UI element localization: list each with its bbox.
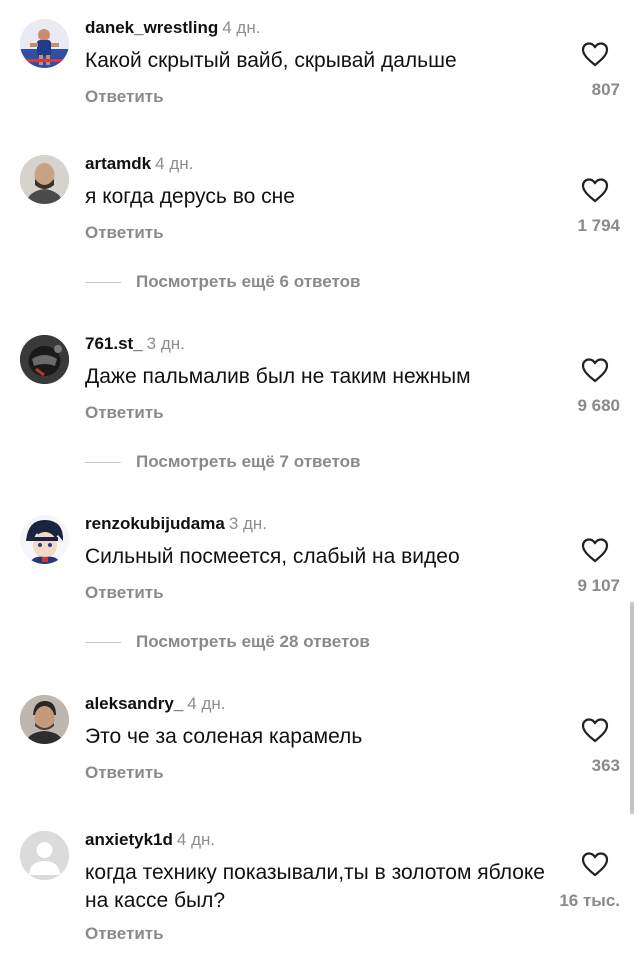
heart-icon[interactable]: [581, 717, 609, 743]
scrollbar[interactable]: [630, 602, 634, 814]
comment-text: Какой скрытый вайб, скрывай дальше: [85, 49, 457, 72]
heart-icon[interactable]: [581, 357, 609, 383]
timestamp: 4 дн.: [155, 154, 194, 173]
like-count: 807: [591, 80, 620, 99]
heart-icon[interactable]: [581, 177, 609, 203]
reply-button[interactable]: Ответить: [85, 582, 164, 604]
avatar[interactable]: [20, 335, 69, 384]
divider-line: [85, 461, 121, 463]
view-more-replies-label: Посмотреть ещё 7 ответов: [136, 452, 361, 471]
username[interactable]: anxietyk1d: [85, 830, 173, 849]
divider-line: [85, 281, 121, 283]
timestamp: 4 дн.: [222, 18, 261, 37]
timestamp: 3 дн.: [228, 514, 268, 533]
comment-meta: anxietyk1d 4 дн.: [85, 829, 215, 851]
reply-button[interactable]: Ответить: [85, 923, 164, 945]
reply-button[interactable]: Ответить: [85, 222, 164, 244]
username[interactable]: aleksandry_: [85, 694, 183, 713]
reply-button[interactable]: Ответить: [85, 402, 164, 424]
view-more-replies-button[interactable]: Посмотреть ещё 6 ответов: [85, 271, 360, 293]
reply-button[interactable]: Ответить: [85, 762, 164, 784]
reply-button[interactable]: Ответить: [85, 86, 164, 108]
username[interactable]: 761.st_: [85, 334, 143, 353]
avatar[interactable]: [20, 831, 69, 880]
comment-text: Сильный посмеется, слабый на видео: [85, 545, 460, 568]
comment-meta: 761.st_ 3 дн.: [85, 333, 185, 355]
divider-line: [85, 641, 121, 643]
bald-man-photo-icon: [20, 155, 69, 204]
like-count: 1 794: [577, 216, 620, 235]
timestamp: 4 дн.: [176, 830, 216, 849]
username[interactable]: danek_wrestling: [85, 18, 218, 37]
view-more-replies-button[interactable]: Посмотреть ещё 28 ответов: [85, 631, 370, 653]
avatar[interactable]: [20, 19, 69, 68]
man-portrait-photo-icon: [20, 695, 69, 744]
helmet-photo-icon: [20, 335, 69, 384]
avatar[interactable]: [20, 695, 69, 744]
view-more-replies-button[interactable]: Посмотреть ещё 7 ответов: [85, 451, 360, 473]
username[interactable]: renzokubijudama: [85, 514, 225, 533]
timestamp: 4 дн.: [187, 694, 226, 713]
default-user-icon: [20, 831, 69, 880]
heart-icon[interactable]: [581, 537, 609, 563]
comment-text: я когда дерусь во сне: [85, 185, 295, 208]
like-count: 16 тыс.: [559, 891, 620, 910]
view-more-replies-label: Посмотреть ещё 6 ответов: [136, 272, 361, 291]
avatar[interactable]: [20, 155, 69, 204]
like-count: 9 680: [577, 396, 620, 415]
username[interactable]: artamdk: [85, 154, 151, 173]
timestamp: 3 дн.: [146, 334, 185, 353]
view-more-replies-label: Посмотреть ещё 28 ответов: [136, 632, 370, 651]
comment-text: Это че за соленая карамель: [85, 725, 363, 748]
comment-meta: aleksandry_ 4 дн.: [85, 693, 226, 715]
comment-text: Даже пальмалив был не таким нежным: [85, 365, 471, 388]
heart-icon[interactable]: [581, 851, 609, 877]
avatar[interactable]: [20, 515, 69, 564]
wrestler-photo-icon: [20, 19, 69, 68]
heart-icon[interactable]: [581, 41, 609, 67]
like-count: 363: [591, 756, 620, 775]
comment-meta: artamdk 4 дн.: [85, 153, 193, 175]
anime-character-icon: [20, 515, 69, 564]
like-count: 9 107: [577, 576, 620, 595]
comment-text: когда технику показывали,ты в золотом яб…: [85, 861, 545, 912]
comment-meta: danek_wrestling 4 дн.: [85, 17, 260, 39]
comment-meta: renzokubijudama 3 дн.: [85, 513, 267, 535]
